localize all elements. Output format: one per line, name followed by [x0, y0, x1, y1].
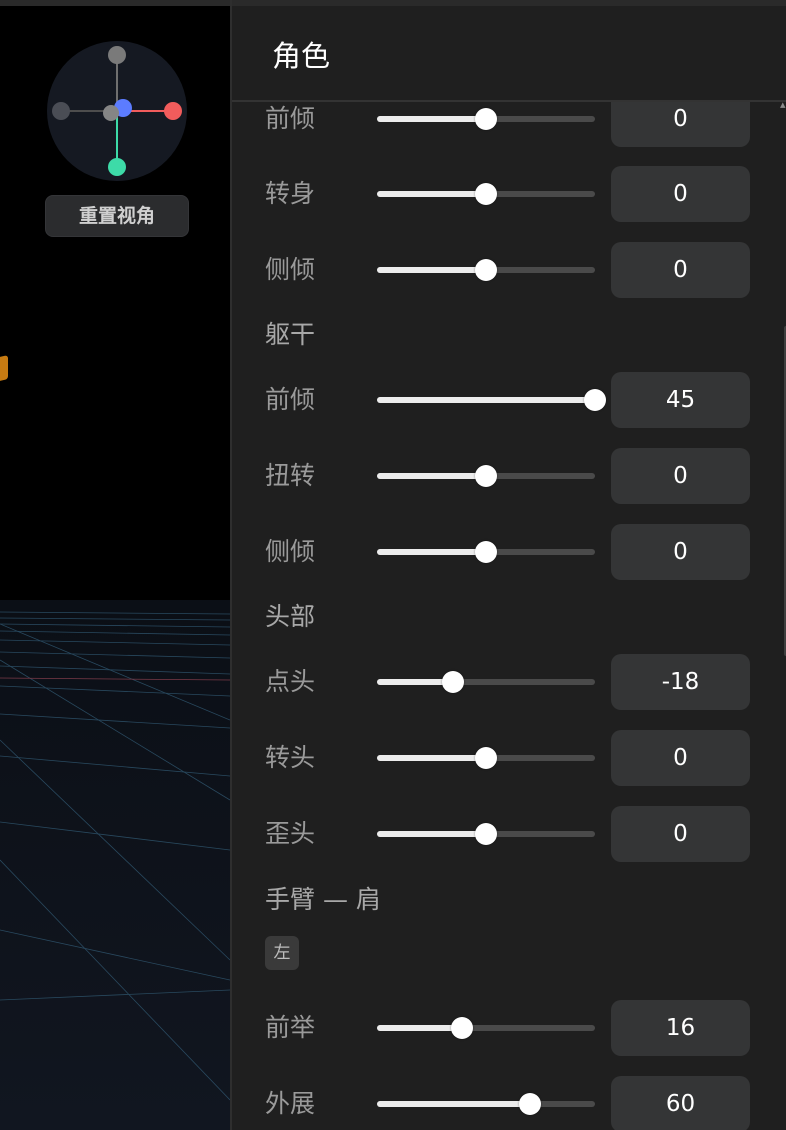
slider-fill [377, 1101, 530, 1107]
slider-thumb[interactable] [451, 1017, 474, 1039]
section-title: 躯干 [265, 320, 316, 349]
slider-fill [377, 473, 486, 479]
slider-fill [377, 549, 486, 555]
slider-label: 转头 [265, 743, 316, 772]
panel-header: 角色 [232, 6, 786, 102]
axis-gizmo-icon[interactable] [47, 41, 187, 181]
value-input[interactable]: 0 [611, 524, 750, 580]
slider-track[interactable] [377, 671, 595, 693]
slider-thumb[interactable] [475, 823, 497, 845]
slider-fill [377, 191, 486, 197]
slider-thumb[interactable] [475, 465, 497, 487]
slider-track[interactable] [377, 747, 595, 769]
value-input[interactable]: 0 [611, 806, 750, 862]
panel-title: 角色 [272, 39, 331, 73]
slider-fill [377, 397, 595, 403]
value-input[interactable]: 60 [611, 1076, 750, 1130]
slider-label: 扭转 [265, 461, 316, 490]
viewport-3d[interactable]: 重置视角 [0, 0, 230, 1130]
slider-fill [377, 116, 486, 122]
slider-label: 歪头 [265, 819, 316, 848]
slider-label: 外展 [265, 1089, 316, 1118]
properties-panel: 前倾 0 转身 0 侧倾 0 躯干 前倾 45 扭转 0 侧倾 0 头部 点头 -18 转头 0 歪头 0 手臂 — 肩… [230, 0, 786, 1130]
slider-row: 歪头 0 [232, 806, 772, 862]
slider-track[interactable] [377, 465, 595, 487]
floor-grid [0, 600, 230, 1130]
value-input[interactable]: 16 [611, 1000, 750, 1056]
slider-thumb[interactable] [518, 1093, 541, 1115]
slider-track[interactable] [377, 389, 606, 411]
slider-fill [377, 1025, 463, 1031]
slider-row: 外展 60 [232, 1076, 772, 1130]
slider-thumb[interactable] [584, 389, 606, 411]
slider-label: 转身 [265, 179, 316, 208]
scene-object-marker [0, 355, 8, 381]
value-input[interactable]: 0 [611, 242, 750, 298]
slider-fill [377, 831, 486, 837]
slider-row: 点头 -18 [232, 654, 772, 710]
slider-thumb[interactable] [475, 108, 497, 130]
slider-thumb[interactable] [475, 259, 497, 281]
slider-track[interactable] [377, 183, 595, 205]
slider-thumb[interactable] [475, 747, 497, 769]
slider-row: 前举 16 [232, 1000, 772, 1056]
slider-track[interactable] [377, 1093, 595, 1115]
value-input[interactable]: 0 [611, 730, 750, 786]
slider-track[interactable] [377, 823, 595, 845]
slider-label: 侧倾 [265, 537, 316, 566]
slider-row: 前倾 45 [232, 372, 772, 428]
slider-track[interactable] [377, 541, 595, 563]
slider-label: 前倾 [265, 385, 316, 414]
slider-track[interactable] [377, 108, 595, 130]
slider-label: 侧倾 [265, 255, 316, 284]
slider-label: 点头 [265, 667, 316, 696]
slider-track[interactable] [377, 259, 595, 281]
value-input[interactable]: 0 [611, 166, 750, 222]
panel-rows: 前倾 0 转身 0 侧倾 0 躯干 前倾 45 扭转 0 侧倾 0 头部 点头 -18 转头 0 歪头 0 手臂 — 肩… [232, 0, 786, 1130]
slider-row: 侧倾 0 [232, 524, 772, 580]
value-input[interactable]: 0 [611, 448, 750, 504]
slider-label: 前举 [265, 1013, 316, 1042]
slider-track[interactable] [377, 1017, 595, 1039]
side-tag-left[interactable]: 左 [265, 936, 299, 970]
slider-fill [377, 267, 486, 273]
slider-row: 转头 0 [232, 730, 772, 786]
value-input[interactable]: -18 [611, 654, 750, 710]
slider-thumb[interactable] [475, 183, 497, 205]
slider-row: 侧倾 0 [232, 242, 772, 298]
section-title: 手臂 — 肩 [265, 885, 381, 914]
value-input[interactable]: 45 [611, 372, 750, 428]
slider-thumb[interactable] [475, 541, 497, 563]
section-title: 头部 [265, 602, 316, 631]
slider-row: 扭转 0 [232, 448, 772, 504]
slider-fill [377, 755, 486, 761]
slider-row: 转身 0 [232, 166, 772, 222]
reset-view-button[interactable]: 重置视角 [45, 195, 189, 237]
slider-thumb[interactable] [442, 671, 465, 693]
viewport-top-edge [0, 0, 230, 6]
